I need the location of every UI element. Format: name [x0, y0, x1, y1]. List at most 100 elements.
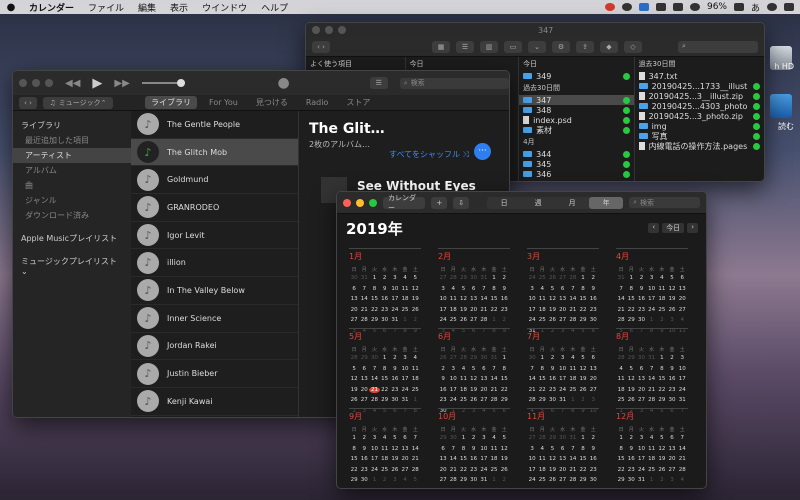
day-cell[interactable]: 25: [568, 387, 578, 393]
tab-browse[interactable]: 見つける: [250, 96, 294, 109]
day-cell[interactable]: 5: [568, 488, 578, 489]
day-cell[interactable]: 13: [667, 446, 677, 452]
add-event-button[interactable]: +: [431, 196, 448, 209]
day-cell[interactable]: 17: [636, 456, 646, 462]
day-cell[interactable]: 28: [616, 355, 626, 361]
day-cell[interactable]: 3: [647, 275, 657, 281]
day-cell[interactable]: 14: [479, 296, 489, 302]
tab-library[interactable]: ライブラリ: [145, 96, 197, 109]
day-cell[interactable]: 9: [499, 488, 509, 489]
day-cell[interactable]: 16: [588, 296, 598, 302]
day-cell[interactable]: 22: [578, 467, 588, 473]
day-cell[interactable]: 11: [400, 488, 410, 489]
day-cell[interactable]: 24: [438, 317, 448, 323]
day-cell[interactable]: 17: [438, 307, 448, 313]
input-mode[interactable]: あ: [751, 1, 760, 14]
day-cell[interactable]: 7: [448, 446, 458, 452]
day-cell[interactable]: 1: [647, 317, 657, 323]
tab-store[interactable]: ストア: [340, 96, 376, 109]
day-cell[interactable]: 14: [369, 376, 379, 382]
day-cell[interactable]: 6: [636, 366, 646, 372]
day-cell[interactable]: 29: [458, 275, 468, 281]
day-cell[interactable]: 22: [626, 307, 636, 313]
tab-for-you[interactable]: For You: [203, 97, 244, 108]
finder-item[interactable]: 素材: [519, 125, 634, 135]
day-cell[interactable]: 29: [469, 355, 479, 361]
day-cell[interactable]: 4: [400, 477, 410, 483]
artist-row[interactable]: ♪ Igor Levit: [131, 222, 298, 250]
day-cell[interactable]: 28: [359, 317, 369, 323]
day-cell[interactable]: 30: [469, 477, 479, 483]
day-cell[interactable]: 12: [349, 376, 359, 382]
day-cell[interactable]: 11: [537, 456, 547, 462]
day-cell[interactable]: 29: [578, 477, 588, 483]
day-cell[interactable]: 7: [479, 488, 489, 489]
day-cell[interactable]: 1: [400, 317, 410, 323]
day-cell[interactable]: 19: [469, 387, 479, 393]
day-cell[interactable]: 14: [489, 376, 499, 382]
day-cell[interactable]: 2: [380, 477, 390, 483]
day-cell[interactable]: 1: [369, 275, 379, 281]
day-cell[interactable]: 7: [359, 286, 369, 292]
day-cell[interactable]: 29: [537, 397, 547, 403]
day-cell[interactable]: 26: [390, 467, 400, 473]
day-cell[interactable]: 21: [448, 467, 458, 473]
day-cell[interactable]: 10: [479, 446, 489, 452]
day-cell[interactable]: 29: [547, 435, 557, 441]
day-cell[interactable]: 4: [677, 477, 687, 483]
sidebar-item-artists[interactable]: アーティスト: [13, 148, 131, 163]
day-cell[interactable]: 27: [667, 467, 677, 473]
view-list-button[interactable]: ☰: [456, 40, 474, 53]
status-bluetooth-icon[interactable]: [672, 3, 683, 11]
day-cell[interactable]: 1: [568, 397, 578, 403]
day-cell[interactable]: 28: [677, 467, 687, 473]
close-button[interactable]: [343, 198, 351, 207]
media-picker[interactable]: ♫ ミュージック ⌃: [43, 96, 113, 109]
status-record-icon[interactable]: [604, 3, 615, 11]
view-month[interactable]: 月: [555, 197, 589, 209]
day-cell[interactable]: 17: [527, 307, 537, 313]
day-cell[interactable]: 31: [390, 317, 400, 323]
day-cell[interactable]: 27: [636, 397, 646, 403]
month-name[interactable]: 10月: [438, 408, 510, 422]
day-cell[interactable]: 12: [458, 296, 468, 302]
day-cell[interactable]: 9: [469, 446, 479, 452]
day-cell[interactable]: 9: [636, 286, 646, 292]
month-name[interactable]: 5月: [349, 328, 421, 342]
day-cell[interactable]: 18: [647, 456, 657, 462]
day-cell[interactable]: 14: [359, 296, 369, 302]
day-cell[interactable]: 3: [527, 446, 537, 452]
artist-row[interactable]: ♪ In The Valley Below: [131, 277, 298, 305]
day-cell[interactable]: 6: [359, 366, 369, 372]
day-cell[interactable]: 7: [588, 488, 598, 489]
finder-item[interactable]: img: [635, 121, 764, 131]
month-name[interactable]: 7月: [527, 328, 599, 342]
day-cell[interactable]: 10: [677, 366, 687, 372]
day-cell[interactable]: 10: [558, 366, 568, 372]
menu-edit[interactable]: 編集: [131, 1, 163, 14]
day-cell[interactable]: 28: [616, 317, 626, 323]
day-cell[interactable]: 6: [677, 275, 687, 281]
day-cell[interactable]: 11: [458, 376, 468, 382]
day-cell[interactable]: 11: [448, 296, 458, 302]
day-cell[interactable]: 12: [469, 376, 479, 382]
day-cell[interactable]: 5: [578, 355, 588, 361]
day-cell[interactable]: 7: [677, 435, 687, 441]
day-cell[interactable]: 15: [489, 296, 499, 302]
day-cell[interactable]: 1: [527, 488, 537, 489]
finder-item[interactable]: 346: [519, 169, 634, 179]
day-cell[interactable]: 14: [568, 456, 578, 462]
day-cell[interactable]: 31: [616, 275, 626, 281]
day-cell[interactable]: 8: [380, 366, 390, 372]
finder-item[interactable]: 345: [519, 159, 634, 169]
day-cell[interactable]: 4: [677, 317, 687, 323]
day-cell[interactable]: 30: [527, 355, 537, 361]
day-cell[interactable]: 18: [448, 307, 458, 313]
day-cell[interactable]: 19: [547, 307, 557, 313]
view-year[interactable]: 年: [589, 196, 624, 209]
day-cell[interactable]: 13: [636, 376, 646, 382]
day-cell[interactable]: 7: [636, 488, 646, 489]
day-cell[interactable]: 23: [636, 307, 646, 313]
day-cell[interactable]: 22: [349, 467, 359, 473]
day-cell[interactable]: 20: [558, 307, 568, 313]
